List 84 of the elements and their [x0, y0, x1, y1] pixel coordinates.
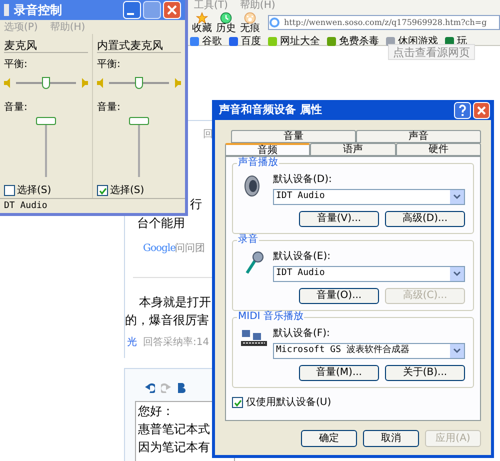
dropdown-value: Microsoft GS 波表软件合成器: [275, 344, 410, 358]
device-dropdown[interactable]: IDT Audio: [273, 266, 465, 282]
balance-slider[interactable]: [16, 76, 76, 90]
toolbar-button[interactable]: 无痕: [238, 12, 262, 34]
field-label: 默认设备(D):: [273, 173, 333, 187]
button[interactable]: 确定: [301, 430, 357, 446]
slider-thumb[interactable]: [135, 77, 143, 89]
bookmark-link[interactable]: 谷歌: [202, 34, 222, 48]
checkbox[interactable]: 仅使用默认设备(U): [232, 395, 474, 410]
channel-name: 内置式麦克风: [97, 38, 181, 53]
group-title: 声音播放: [237, 157, 279, 169]
field-label: 音量:: [4, 100, 28, 115]
speaker-icon: [173, 78, 181, 88]
tab[interactable]: 声音: [356, 130, 481, 143]
answer-text: 本身就是打开: [139, 294, 211, 311]
device-dropdown[interactable]: IDT Audio: [273, 189, 465, 205]
midi-devices-icon: [241, 328, 267, 348]
address-text: http://wenwen.soso.com/z/q175969928.htm?ch=g: [284, 16, 487, 28]
address-bar[interactable]: http://wenwen.soso.com/z/q175969928.htm?ch=g: [268, 15, 500, 30]
select-checkbox[interactable]: 选择(S): [4, 183, 88, 198]
undo-icon: [145, 383, 155, 393]
tab[interactable]: 音量: [231, 130, 356, 143]
dropdown-value: IDT Audio: [275, 267, 326, 280]
group-title: 录音: [237, 234, 259, 246]
field-label: 平衡:: [97, 58, 122, 72]
field-label: 平衡:: [4, 58, 28, 72]
tab[interactable]: 音频: [225, 143, 310, 156]
button[interactable]: 音量(O)...: [299, 288, 379, 304]
status-bar: DT Audio: [0, 198, 185, 213]
balance-slider[interactable]: [109, 76, 169, 90]
dropdown-value: IDT Audio: [275, 190, 326, 204]
slider-thumb[interactable]: [42, 77, 50, 89]
team-label: 问问团: [175, 242, 205, 256]
check-icon: [98, 186, 106, 194]
chevron-down-icon: [450, 344, 464, 358]
adoption-rate: 回答采纳率:14: [143, 336, 210, 350]
minimize-icon: [123, 1, 141, 19]
close-icon: [473, 102, 490, 118]
volume-slider[interactable]: [36, 117, 56, 177]
dialog-title: 声音和音频设备 属性: [219, 102, 323, 118]
paw-icon: [244, 12, 256, 24]
help-icon: [454, 102, 471, 118]
answer-text: 的，爆音很厉害: [125, 312, 209, 329]
button[interactable]: 关于(B)...: [385, 365, 465, 381]
channel-name: 麦克风: [4, 38, 88, 53]
check-icon: [234, 398, 242, 406]
field-label: 音量:: [97, 100, 122, 115]
bookmark-link[interactable]: 网址大全: [280, 34, 320, 48]
redo-icon: [161, 383, 171, 393]
slider-thumb[interactable]: [129, 117, 149, 125]
field-label: 默认设备(F):: [273, 327, 331, 341]
slider-thumb[interactable]: [36, 117, 56, 125]
logo-text: Google: [143, 242, 176, 256]
chevron-down-icon: [450, 190, 464, 204]
select-checkbox[interactable]: 选择(S): [97, 183, 181, 198]
toolbar-button[interactable]: 历史: [214, 12, 238, 34]
button[interactable]: 取消: [363, 430, 419, 446]
button[interactable]: 高级(D)...: [385, 211, 465, 227]
chevron-down-icon: [450, 267, 464, 281]
body-text: 行: [190, 196, 202, 213]
tab[interactable]: 硬件: [396, 143, 481, 156]
button[interactable]: 音量(M)...: [299, 365, 379, 381]
toolbar-button[interactable]: 收藏: [190, 12, 214, 34]
body-text: 台个能用: [137, 215, 185, 232]
button[interactable]: 音量(V)...: [299, 211, 379, 227]
bookmark-link[interactable]: 百度: [241, 34, 261, 48]
user-name[interactable]: 光: [127, 335, 137, 350]
s-logo-icon: [269, 17, 280, 28]
device-dropdown[interactable]: Microsoft GS 波表软件合成器: [273, 343, 465, 359]
tooltip: 点击查看源网页: [388, 44, 475, 60]
tab[interactable]: 语声: [310, 143, 396, 156]
field-label: 默认设备(E):: [273, 250, 332, 264]
group-title: MIDI 音乐播放: [237, 311, 304, 323]
volume-slider[interactable]: [129, 117, 149, 177]
window-title: 录音控制: [14, 2, 63, 19]
speaker-icon: [4, 78, 12, 88]
maximize-icon: [143, 1, 161, 19]
star-icon: [196, 12, 208, 24]
bold-icon: [177, 383, 186, 393]
window-icon: [4, 3, 10, 17]
bookmark-link[interactable]: 免费杀毒: [339, 34, 379, 48]
clock-icon: [220, 12, 232, 24]
microphone-icon: [243, 251, 265, 275]
close-icon: [163, 1, 181, 19]
